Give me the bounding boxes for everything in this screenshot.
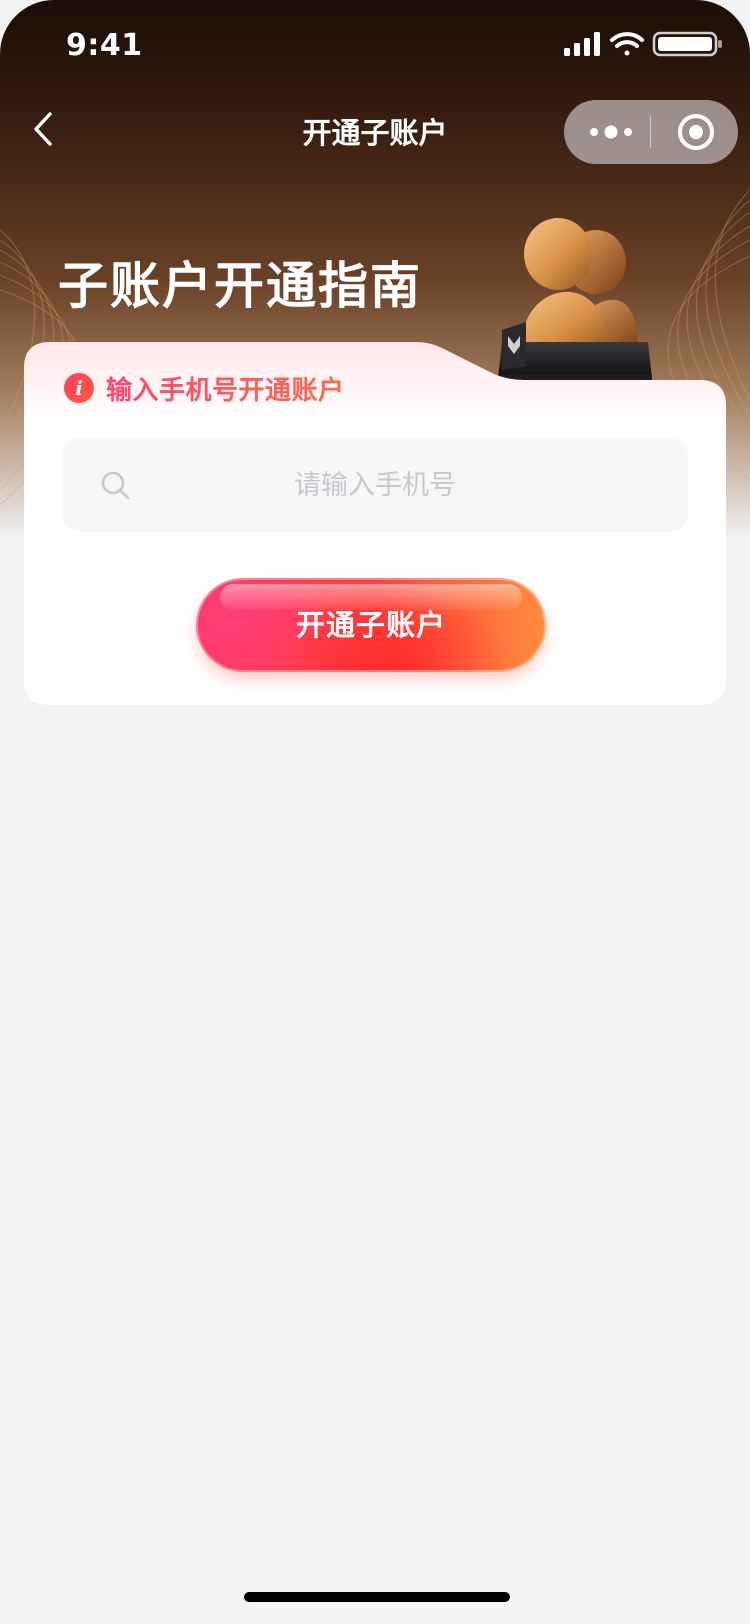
- battery-icon: [652, 31, 722, 57]
- hero-title: 子账户开通指南: [58, 257, 422, 315]
- signal-icon: [564, 32, 600, 56]
- phone-screen: 9:41 开通子账户 子账户开通指南 i 输入手机号开通账户 请输入手机号 开通…: [0, 0, 750, 1624]
- capsule-divider: [650, 116, 651, 148]
- target-circle-icon[interactable]: [676, 112, 716, 152]
- more-dots-icon[interactable]: [588, 108, 634, 156]
- wifi-icon: [610, 32, 644, 56]
- navigation-bar: 开通子账户: [0, 96, 750, 168]
- info-icon: i: [64, 373, 94, 403]
- notice-text: 输入手机号开通账户: [106, 370, 345, 407]
- open-sub-account-button[interactable]: 开通子账户: [196, 578, 546, 672]
- status-time: 9:41: [66, 28, 143, 63]
- phone-search-field[interactable]: [62, 438, 688, 532]
- open-sub-account-button-label: 开通子账户: [295, 608, 446, 642]
- home-indicator: [244, 1592, 510, 1602]
- phone-number-input[interactable]: [62, 438, 688, 532]
- mini-program-capsule: [564, 100, 738, 164]
- open-account-card: i 输入手机号开通账户 开通子账户: [24, 342, 726, 705]
- notice-row: i 输入手机号开通账户: [64, 370, 345, 406]
- status-bar: 9:41: [0, 0, 750, 88]
- status-icons: [564, 31, 722, 57]
